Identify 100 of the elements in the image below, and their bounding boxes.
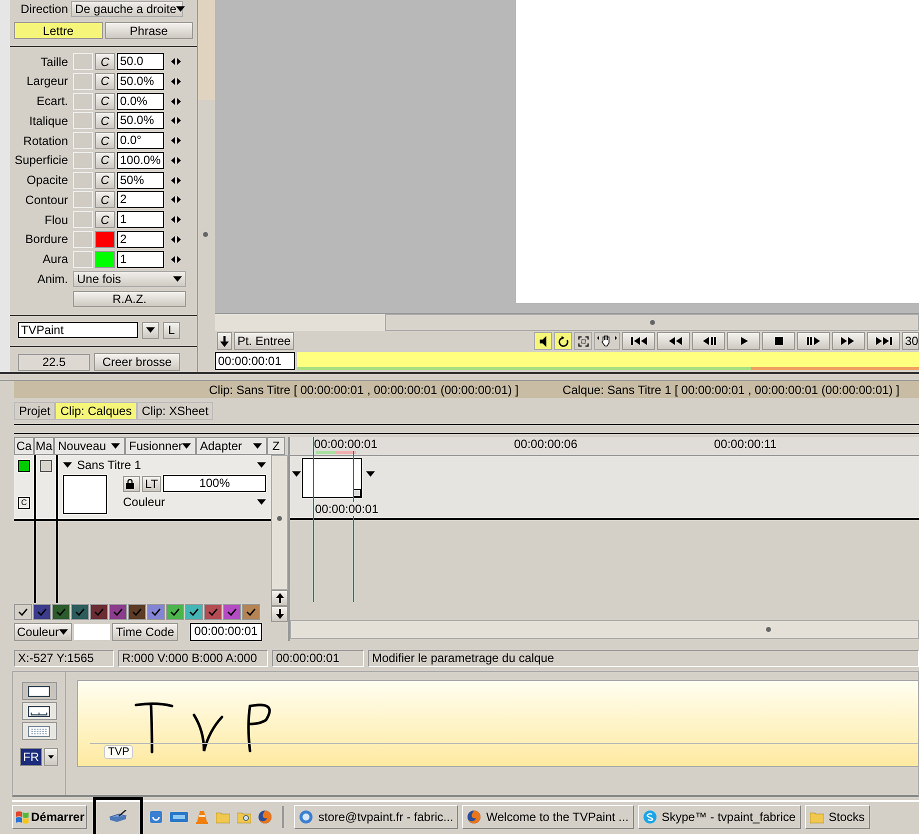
mode-button[interactable]: Phrase: [104, 22, 194, 40]
sound-toggle[interactable]: [534, 332, 552, 350]
parameter-field[interactable]: 1: [117, 250, 164, 268]
layer-color-box[interactable]: [18, 460, 30, 472]
keyframe-toggle[interactable]: [73, 92, 93, 110]
color-filter-swatch[interactable]: [14, 604, 32, 620]
adjust-arrows-icon[interactable]: [171, 256, 181, 263]
color-filter-swatch[interactable]: [242, 604, 260, 620]
reset-button[interactable]: C: [95, 172, 115, 189]
parameter-field[interactable]: 0.0%: [117, 92, 164, 110]
writing-pad-button[interactable]: [22, 682, 56, 700]
handwriting-pad[interactable]: TVP: [77, 680, 918, 767]
color-filter-swatch[interactable]: [204, 604, 222, 620]
taskbar-button[interactable]: store@tvpaint.fr - fabric...: [294, 805, 458, 829]
color-swatch[interactable]: [95, 230, 115, 248]
tab[interactable]: Clip: Calques: [55, 402, 137, 420]
c-marker[interactable]: C: [18, 497, 30, 509]
play-button[interactable]: [727, 332, 760, 350]
reset-button[interactable]: C: [95, 112, 115, 130]
splitter-bar[interactable]: [14, 424, 919, 434]
keyframe-toggle[interactable]: [73, 112, 93, 130]
opacity-field[interactable]: 100%: [163, 475, 266, 492]
color-menu-button[interactable]: Couleur: [14, 622, 72, 640]
up-arrow-button[interactable]: [271, 590, 288, 606]
anim-dropdown[interactable]: Une fois: [73, 270, 186, 287]
menu-button[interactable]: Fusionner: [125, 437, 196, 455]
create-brush-button[interactable]: Creer brosse: [94, 353, 180, 372]
font-field[interactable]: TVPaint: [18, 322, 138, 338]
recognized-word-tag[interactable]: TVP: [104, 745, 134, 759]
start-button[interactable]: Démarrer: [12, 805, 88, 829]
scrollbar[interactable]: [215, 313, 919, 331]
adjust-arrows-icon[interactable]: [171, 78, 181, 85]
color-filter-swatch[interactable]: [166, 604, 184, 620]
menu-button[interactable]: Nouveau: [54, 437, 125, 455]
reset-button[interactable]: C: [95, 92, 115, 110]
keyframe-toggle[interactable]: [73, 132, 93, 150]
pan-toggle[interactable]: [594, 332, 620, 350]
taskbar-button[interactable]: Skype™ - tvpaint_fabrice: [638, 805, 801, 829]
in-point-button[interactable]: Pt. Entree: [234, 332, 294, 350]
tab[interactable]: Projet: [14, 402, 56, 420]
app-logo-icon[interactable]: [170, 811, 188, 823]
next-frame-button[interactable]: [797, 332, 830, 350]
caret-icon[interactable]: [366, 471, 375, 477]
fast-forward-button[interactable]: [832, 332, 865, 350]
keyframe-toggle[interactable]: [73, 72, 93, 90]
down-arrow-button[interactable]: [271, 606, 288, 622]
mark-checkbox[interactable]: [40, 460, 52, 472]
parameter-field[interactable]: 50.0: [117, 53, 164, 70]
scrollbar[interactable]: [271, 455, 288, 590]
taskbar-button[interactable]: Stocks: [804, 805, 870, 829]
loop-toggle[interactable]: [554, 332, 572, 350]
browser-icon[interactable]: [258, 810, 272, 824]
reset-button[interactable]: C: [95, 211, 115, 228]
reset-button[interactable]: C: [95, 132, 115, 150]
parameter-field[interactable]: 50%: [117, 172, 164, 189]
color-filter-swatch[interactable]: [71, 604, 89, 620]
keyframe-toggle[interactable]: [73, 53, 93, 70]
color-filter-swatch[interactable]: [52, 604, 70, 620]
reset-button[interactable]: C: [95, 53, 115, 70]
color-filter-swatch[interactable]: [223, 604, 241, 620]
tab[interactable]: Clip: XSheet: [136, 402, 214, 420]
safe-area-toggle[interactable]: [574, 332, 592, 350]
language-indicator[interactable]: FR: [20, 748, 42, 766]
reset-button[interactable]: C: [95, 191, 115, 208]
previous-frame-button[interactable]: [692, 332, 725, 350]
color-filter-swatch[interactable]: [33, 604, 51, 620]
parameter-field[interactable]: 1: [117, 211, 164, 228]
keyboard-button[interactable]: [22, 722, 56, 740]
last-frame-button[interactable]: [867, 332, 900, 350]
caret-icon[interactable]: [257, 462, 266, 468]
scrollbar[interactable]: [290, 620, 919, 639]
time-code-button[interactable]: Time Code: [112, 622, 178, 640]
light-table-button[interactable]: LT: [142, 476, 162, 492]
adjust-arrows-icon[interactable]: [171, 196, 181, 204]
adjust-arrows-icon[interactable]: [171, 58, 181, 66]
layer-name[interactable]: Sans Titre 1: [77, 458, 142, 472]
blend-mode-dropdown[interactable]: Couleur: [123, 495, 255, 509]
keyframe-toggle[interactable]: [73, 250, 93, 268]
brush-size-field[interactable]: 22.5: [18, 354, 90, 371]
stop-button[interactable]: [762, 332, 795, 350]
keyframe-toggle[interactable]: [73, 230, 93, 248]
color-filter-swatch[interactable]: [128, 604, 146, 620]
scrollbar[interactable]: [197, 0, 215, 372]
character-pad-button[interactable]: [22, 702, 56, 720]
caret-icon[interactable]: [257, 499, 266, 505]
dropdown-button[interactable]: [142, 322, 159, 339]
reset-button[interactable]: C: [95, 152, 115, 169]
keyframe-toggle[interactable]: [73, 191, 93, 208]
timecode-field[interactable]: 00:00:00:01: [215, 352, 295, 370]
color-filter-swatch[interactable]: [185, 604, 203, 620]
rewind-button[interactable]: [657, 332, 690, 350]
keyframe-toggle[interactable]: [73, 172, 93, 189]
parameter-field[interactable]: 100.0%: [117, 152, 164, 169]
adjust-arrows-icon[interactable]: [171, 216, 181, 224]
timecode-field[interactable]: 00:00:00:01: [190, 622, 262, 640]
direction-dropdown[interactable]: De gauche a droite: [71, 1, 183, 17]
highlighted-tray-icon[interactable]: [93, 797, 144, 834]
parameter-field[interactable]: 2: [117, 230, 164, 248]
timeline-ruler[interactable]: 00:00:00:01 00:00:00:06 00:00:00:11: [290, 437, 919, 456]
taskbar-button[interactable]: Welcome to the TVPaint ...: [462, 805, 634, 829]
